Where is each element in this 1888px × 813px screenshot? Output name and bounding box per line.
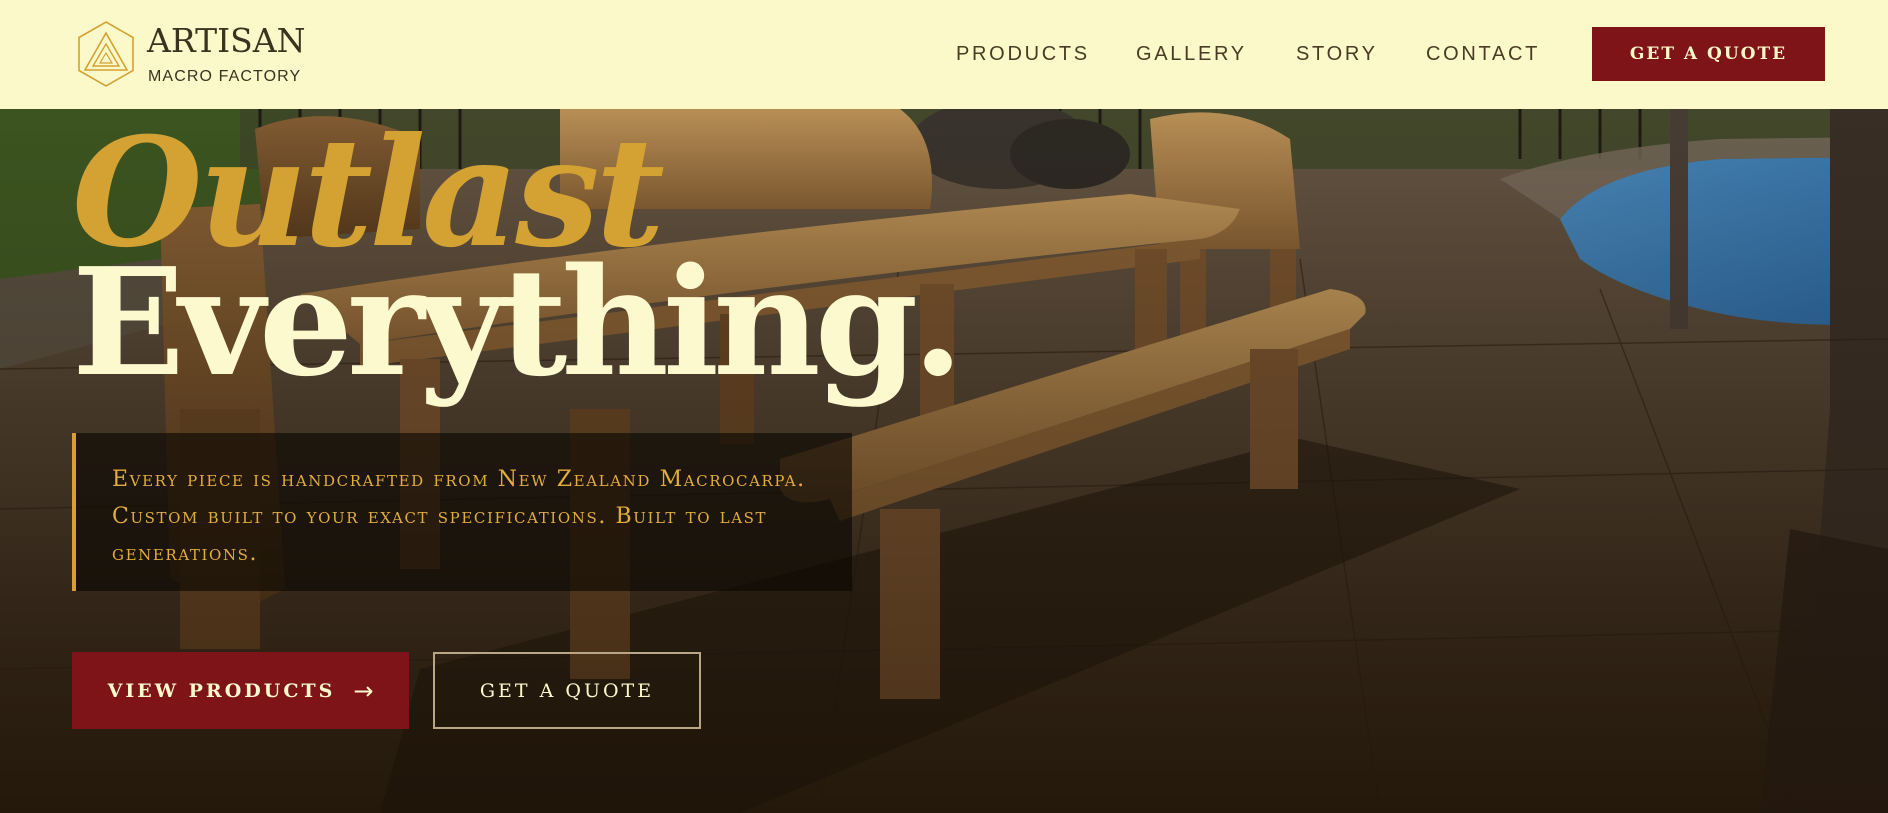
nav-link-contact[interactable]: CONTACT (1426, 42, 1540, 66)
hero-get-quote-button[interactable]: GET A QUOTE (433, 652, 701, 729)
hero-description: Every piece is handcrafted from New Zeal… (112, 467, 806, 566)
nav-link-products[interactable]: PRODUCTS (956, 42, 1090, 66)
view-products-button[interactable]: VIEW PRODUCTS → (72, 652, 409, 729)
nav-link-gallery[interactable]: GALLERY (1136, 42, 1247, 66)
nav-get-quote-button[interactable]: GET A QUOTE (1592, 27, 1825, 81)
hero-headline-main: Everything. (72, 235, 964, 409)
hero-description-box: Every piece is handcrafted from New Zeal… (72, 433, 852, 591)
brand-subtitle: MACRO FACTORY (148, 68, 302, 85)
top-nav: ARTISAN MACRO FACTORY PRODUCTS GALLERY S… (0, 0, 1888, 109)
brand-name: ARTISAN (147, 21, 306, 60)
brand-logo[interactable]: ARTISAN MACRO FACTORY (75, 20, 305, 88)
view-products-label: VIEW PRODUCTS (107, 679, 336, 702)
arrow-right-icon: → (353, 676, 374, 705)
nav-link-story[interactable]: STORY (1296, 42, 1378, 66)
logo-icon (78, 21, 134, 87)
